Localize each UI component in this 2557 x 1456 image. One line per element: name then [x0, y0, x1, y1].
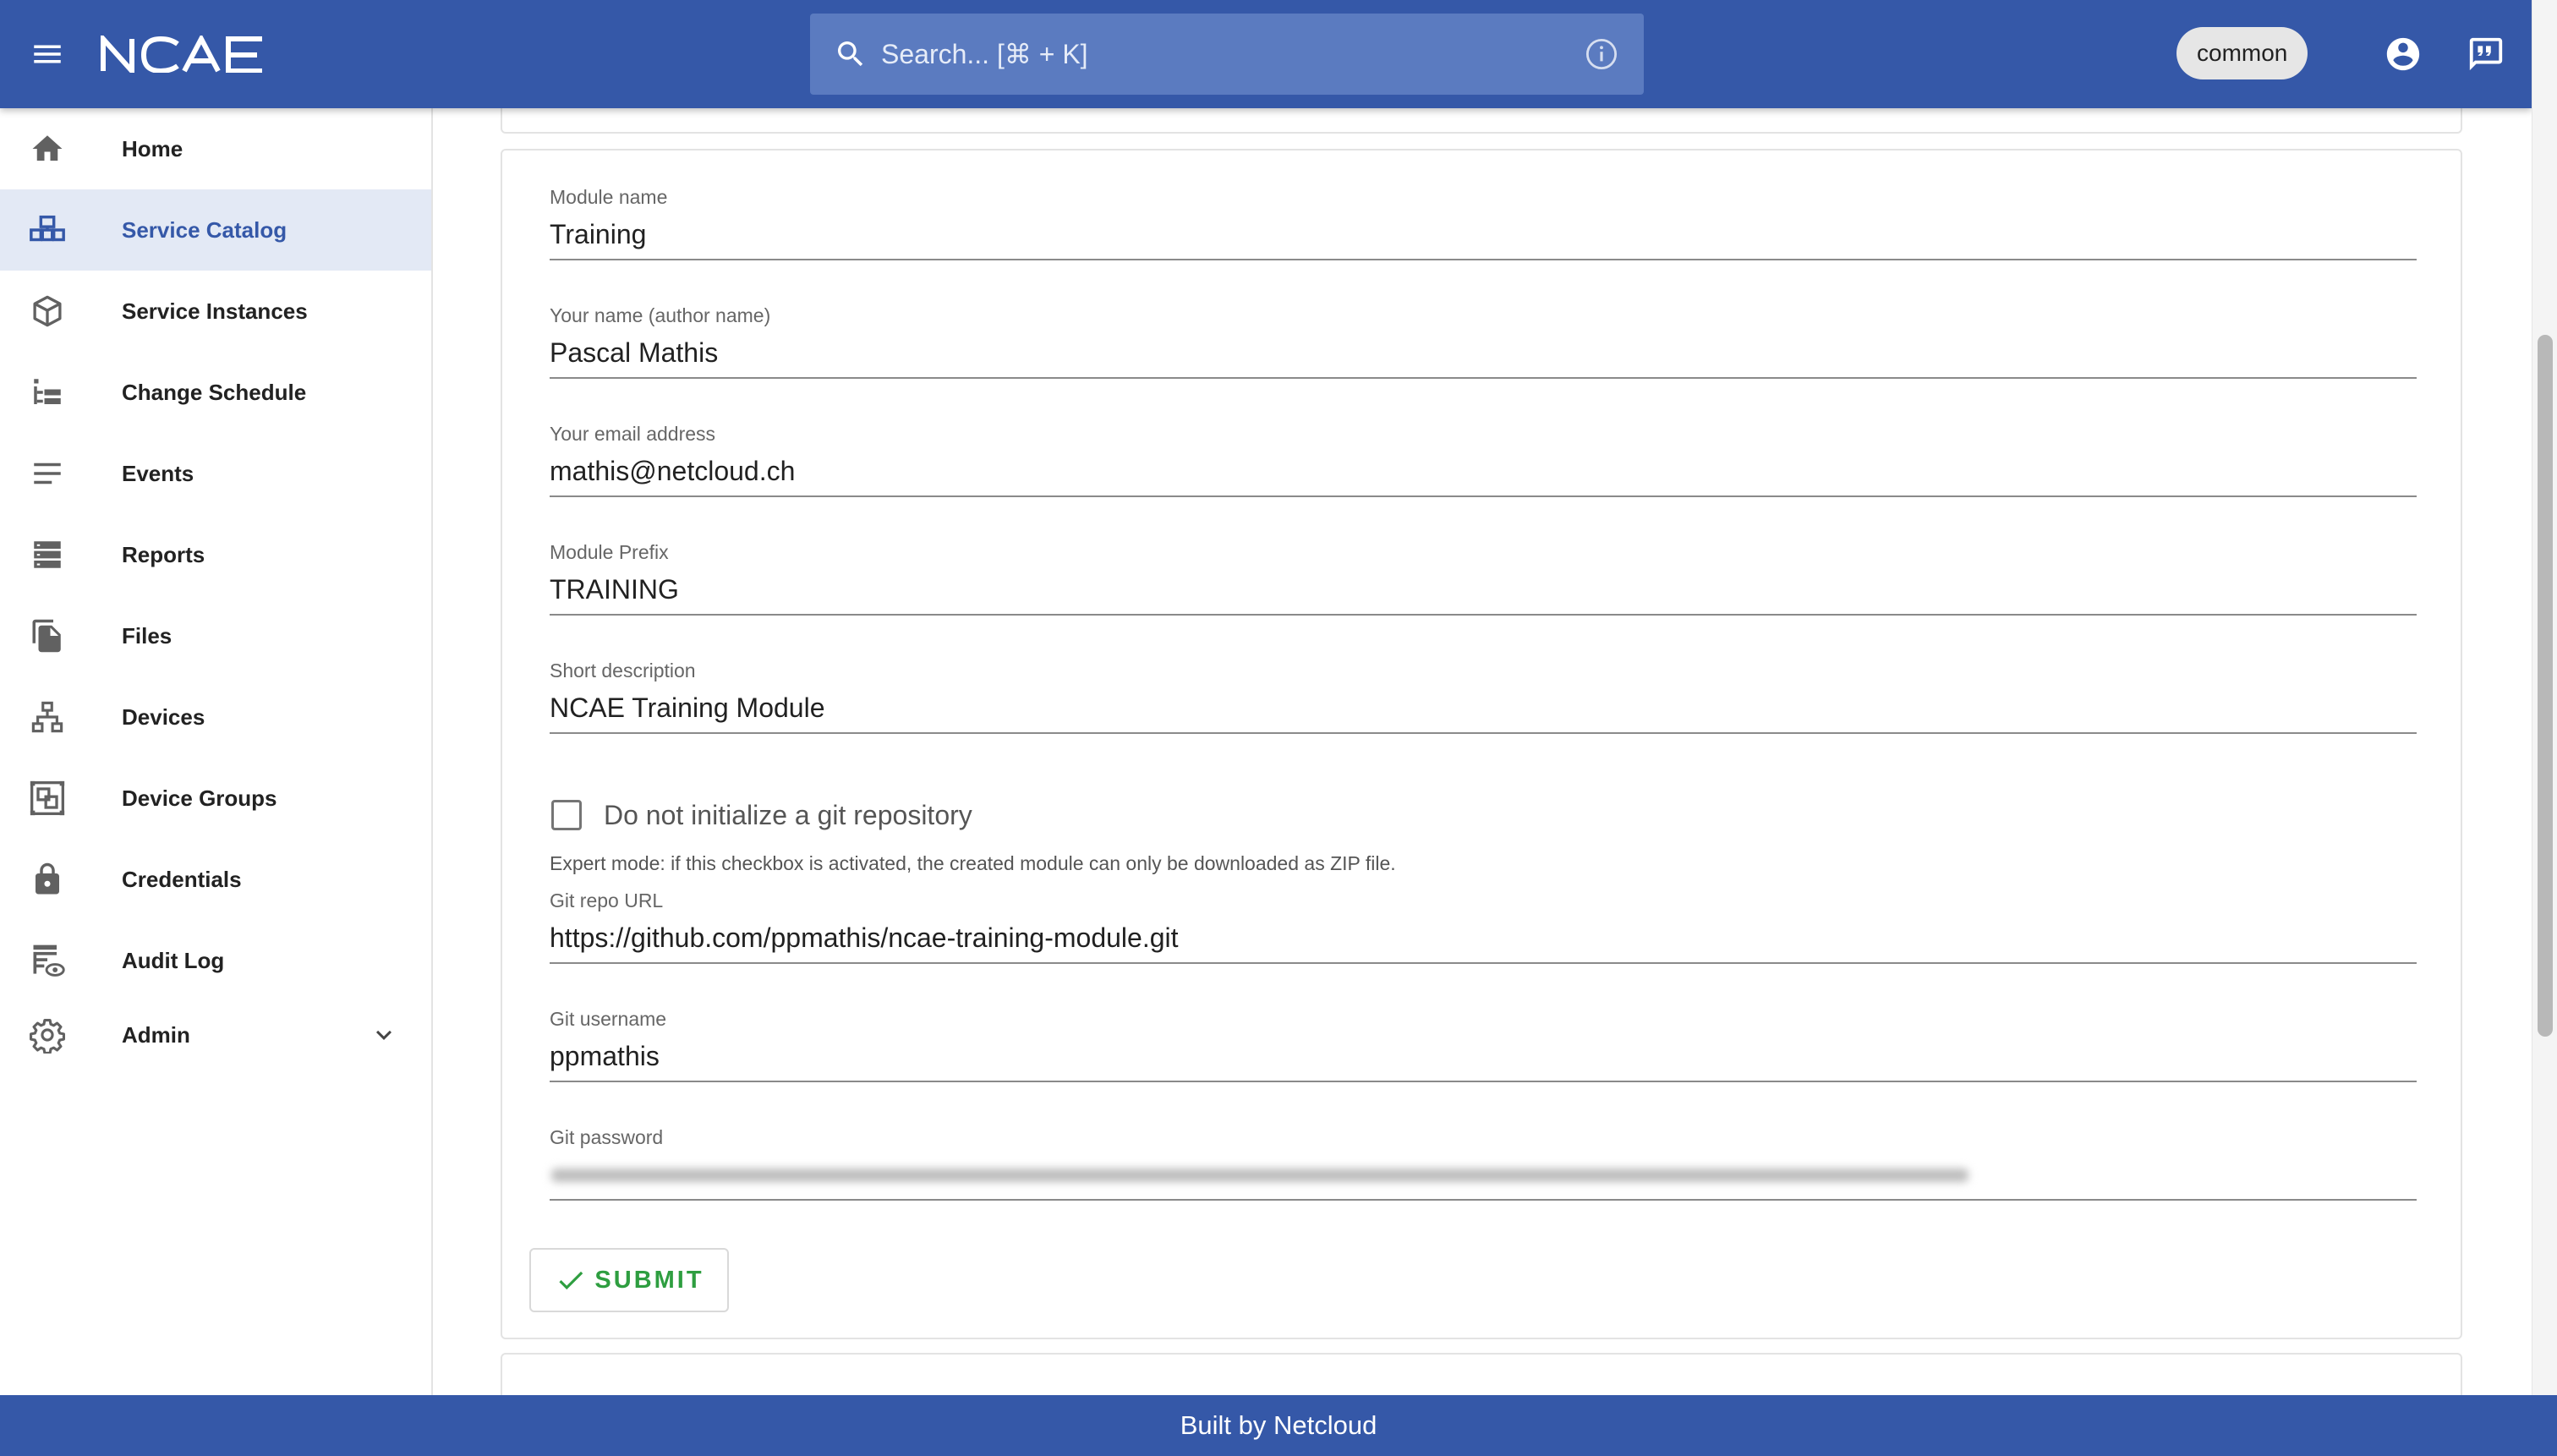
git-password-field: Git password — [550, 1125, 2417, 1201]
git-username-label: Git username — [550, 1008, 667, 1030]
next-card — [501, 1353, 2462, 1395]
git-password-redacted[interactable] — [550, 1150, 1970, 1199]
sidebar-item-label: Home — [122, 135, 183, 161]
sidebar-item-reports[interactable]: Reports — [0, 514, 431, 595]
sidebar-item-home[interactable]: Home — [0, 108, 431, 189]
git-password-label: Git password — [550, 1126, 664, 1148]
sidebar-item-label: Credentials — [122, 866, 242, 892]
sidebar-item-label: Service Catalog — [122, 216, 287, 243]
sidebar-item-device-groups[interactable]: Device Groups — [0, 758, 431, 839]
sidebar-nav: Home Service Catalog Service Instances C… — [0, 108, 433, 1395]
files-icon — [27, 616, 68, 656]
sidebar-item-service-instances[interactable]: Service Instances — [0, 271, 431, 352]
author-name-label: Your name (author name) — [550, 304, 771, 326]
email-field: Your email address — [550, 421, 2417, 497]
service-catalog-icon — [27, 210, 68, 250]
lock-icon — [27, 859, 68, 900]
email-label: Your email address — [550, 423, 716, 445]
git-repo-url-input[interactable] — [550, 913, 2417, 962]
sidebar-item-label: Audit Log — [122, 947, 225, 973]
sidebar-item-label: Devices — [122, 703, 205, 730]
sidebar-item-files[interactable]: Files — [0, 595, 431, 676]
chevron-down-icon[interactable] — [369, 1020, 399, 1050]
previous-card — [501, 108, 2462, 134]
gear-icon — [27, 1015, 68, 1055]
sidebar-item-label: Change Schedule — [122, 379, 307, 405]
events-lines-icon — [27, 453, 68, 494]
no-git-checkbox-row[interactable]: Do not initialize a git repository — [550, 793, 972, 837]
cube-icon — [27, 291, 68, 331]
module-prefix-label: Module Prefix — [550, 541, 669, 563]
expert-mode-helper-text: Expert mode: if this checkbox is activat… — [550, 852, 1396, 874]
git-username-input[interactable] — [550, 1032, 2417, 1081]
short-description-field: Short description — [550, 658, 2417, 734]
sidebar-item-label: Files — [122, 622, 172, 649]
main-content: Module name Your name (author name) Your… — [435, 108, 2532, 1395]
hamburger-menu-button[interactable] — [24, 30, 71, 78]
top-app-bar: common — [0, 0, 2532, 108]
menu-icon — [34, 45, 61, 63]
sidebar-item-devices[interactable]: Devices — [0, 676, 431, 758]
no-git-checkbox[interactable] — [551, 800, 582, 830]
sidebar-item-label: Device Groups — [122, 785, 277, 811]
network-icon — [27, 697, 68, 737]
submit-button[interactable]: SUBMIT — [529, 1248, 729, 1312]
sidebar-item-audit-log[interactable]: Audit Log — [0, 920, 431, 1001]
sidebar-item-admin[interactable]: Admin — [0, 1001, 431, 1069]
device-groups-icon — [27, 778, 68, 818]
module-prefix-field: Module Prefix — [550, 539, 2417, 616]
search-input[interactable] — [881, 29, 1583, 79]
git-repo-url-label: Git repo URL — [550, 889, 664, 911]
schedule-tree-icon — [27, 372, 68, 413]
sidebar-item-events[interactable]: Events — [0, 433, 431, 514]
short-description-label: Short description — [550, 660, 696, 681]
module-prefix-input[interactable] — [550, 565, 2417, 614]
footer: Built by Netcloud — [0, 1395, 2557, 1456]
module-name-field: Module name — [550, 184, 2417, 260]
module-name-label: Module name — [550, 186, 668, 208]
git-repo-url-field: Git repo URL — [550, 888, 2417, 964]
reports-icon — [27, 534, 68, 575]
namespace-chip[interactable]: common — [2176, 27, 2308, 79]
account-icon[interactable] — [2381, 32, 2425, 76]
info-icon[interactable] — [1583, 36, 1620, 73]
feedback-icon[interactable] — [2464, 32, 2508, 76]
audit-log-icon — [27, 940, 68, 981]
sidebar-item-label: Service Instances — [122, 298, 308, 324]
page-scrollbar[interactable] — [2532, 0, 2557, 1395]
scrollbar-thumb[interactable] — [2538, 335, 2553, 1037]
sidebar-item-label: Admin — [122, 1021, 190, 1048]
home-icon — [27, 129, 68, 169]
sidebar-item-credentials[interactable]: Credentials — [0, 839, 431, 920]
author-name-input[interactable] — [550, 328, 2417, 377]
ncae-logo-mark — [101, 36, 262, 73]
git-username-field: Git username — [550, 1006, 2417, 1082]
sidebar-item-service-catalog[interactable]: Service Catalog — [0, 189, 431, 271]
check-icon — [554, 1263, 588, 1297]
sidebar-item-label: Reports — [122, 541, 205, 567]
module-name-input[interactable] — [550, 210, 2417, 259]
sidebar-item-change-schedule[interactable]: Change Schedule — [0, 352, 431, 433]
submit-label: SUBMIT — [594, 1266, 704, 1294]
sidebar-item-label: Events — [122, 460, 194, 486]
global-search — [810, 14, 1644, 95]
no-git-checkbox-label: Do not initialize a git repository — [604, 799, 972, 830]
short-description-input[interactable] — [550, 683, 2417, 732]
ncae-logo[interactable] — [100, 30, 269, 78]
create-module-form-card: Module name Your name (author name) Your… — [501, 149, 2462, 1339]
author-name-field: Your name (author name) — [550, 303, 2417, 379]
search-icon — [832, 36, 869, 73]
email-input[interactable] — [550, 446, 2417, 495]
